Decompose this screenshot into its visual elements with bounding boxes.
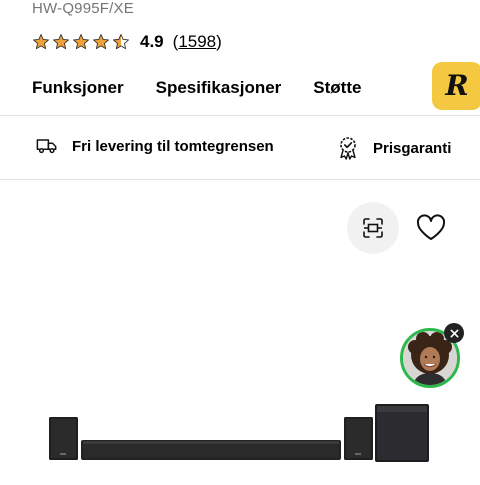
review-close-paren: ): [216, 32, 222, 51]
star-icon: [53, 34, 69, 50]
tabs-divider: [0, 115, 480, 116]
product-image: [0, 398, 480, 480]
star-icon: [33, 34, 49, 50]
tab-stotte[interactable]: Støtte: [313, 78, 361, 98]
tab-funksjoner[interactable]: Funksjoner: [32, 78, 124, 98]
price-guarantee-icon: [340, 137, 356, 160]
wishlist-button[interactable]: [414, 210, 448, 244]
close-icon: [450, 329, 458, 337]
rating-value: 4.9: [140, 32, 164, 51]
chat-widget[interactable]: [400, 323, 464, 388]
star-icon: [93, 34, 109, 50]
usp-delivery[interactable]: Fri levering til tomtegrensen: [36, 136, 274, 156]
chat-close-button[interactable]: [444, 323, 464, 343]
delivery-truck-icon: [36, 139, 57, 154]
product-model-code: HW-Q995F/XE: [32, 0, 134, 17]
usp-price-guarantee[interactable]: Prisgaranti: [337, 136, 451, 160]
product-tabs: Funksjoner Spesifikasjoner Støtte: [32, 78, 393, 98]
review-count: 1598: [178, 32, 217, 51]
r-logo-letter: R: [444, 70, 468, 102]
usp-delivery-label: Fri levering til tomtegrensen: [72, 137, 274, 155]
heart-icon: [416, 214, 446, 240]
review-count-link[interactable]: (1598): [173, 32, 222, 52]
star-rating: [32, 33, 130, 51]
usp-bar: Fri levering til tomtegrensen Prisgarant…: [0, 136, 480, 160]
star-icon: [73, 34, 89, 50]
usp-divider: [0, 179, 480, 180]
ar-view-button[interactable]: [347, 202, 399, 254]
tab-spesifikasjoner[interactable]: Spesifikasjoner: [156, 78, 282, 98]
ar-view-icon: [363, 218, 383, 238]
half-star-icon: [113, 34, 129, 50]
rating-summary[interactable]: 4.9 (1598): [32, 31, 222, 53]
soundbar-system-image: [49, 404, 429, 462]
usp-price-guarantee-label: Prisgaranti: [373, 139, 452, 157]
r-logo-badge[interactable]: R: [432, 62, 480, 110]
r-logo-icon: R: [444, 70, 468, 102]
